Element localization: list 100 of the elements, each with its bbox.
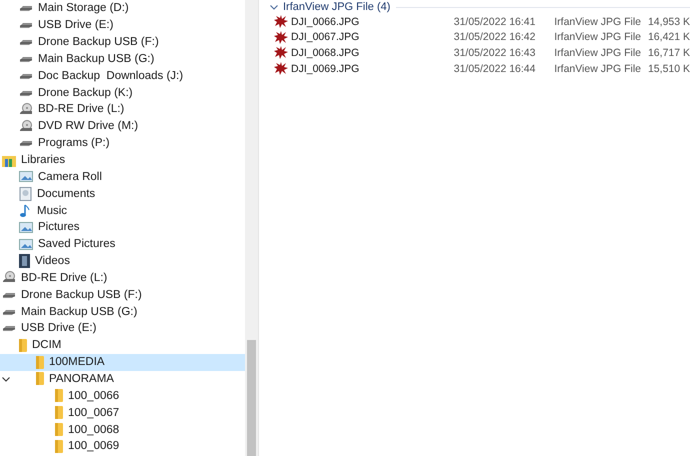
- tree-item[interactable]: Drone Backup USB (F:): [0, 34, 245, 51]
- tree-item-label: PANORAMA: [49, 372, 114, 385]
- splat-icon: [274, 30, 288, 44]
- tree-item[interactable]: Main Backup USB (G:): [0, 303, 245, 320]
- file-type: IrfanView JPG File: [554, 16, 642, 28]
- tree-item-label: Drone Backup USB (F:): [38, 36, 159, 48]
- tree-item[interactable]: 100_0069: [0, 438, 245, 455]
- tree-item[interactable]: Main Backup USB (G:): [0, 50, 245, 68]
- tree-item-label: 100_0068: [68, 424, 120, 436]
- tree-item-label: Main Backup USB (G:): [21, 306, 138, 318]
- folder-icon: [55, 406, 63, 420]
- tree-item[interactable]: DCIM: [0, 336, 245, 354]
- tree-item-label: Saved Pictures: [38, 238, 116, 250]
- tree-item[interactable]: DVD RW Drive (M:): [0, 118, 245, 135]
- disc-drive-icon: [19, 120, 33, 133]
- folder-icon: [19, 338, 27, 352]
- file-name[interactable]: DJI_0066.JPG: [291, 16, 360, 28]
- tree-item-label: USB Drive (E:): [38, 19, 114, 32]
- folder-icon: [55, 389, 63, 402]
- file-name[interactable]: DJI_0068.JPG: [291, 46, 360, 59]
- drive-icon: [19, 38, 33, 46]
- drive-icon: [2, 308, 16, 316]
- date-modified: 31/05/2022 16:42: [454, 31, 536, 44]
- tree-item-label: Main Backup USB (G:): [38, 52, 154, 65]
- group-header[interactable]: IrfanView JPG File (4): [283, 1, 390, 13]
- tree-item[interactable]: Libraries: [0, 152, 245, 168]
- file-size: 14,953 K: [648, 16, 690, 28]
- tree-item-label: DCIM: [32, 339, 62, 352]
- drive-icon: [19, 139, 33, 148]
- picture-icon: [19, 171, 33, 182]
- file-size: 16,421 K: [648, 31, 690, 44]
- tree-item[interactable]: Camera Roll: [0, 168, 245, 186]
- tree-item[interactable]: 100_0068: [0, 421, 245, 438]
- tree-item[interactable]: Drone Backup (K:): [0, 84, 245, 102]
- tree-item[interactable]: 100MEDIA: [0, 354, 245, 371]
- tree-item-label: 100MEDIA: [49, 356, 105, 368]
- document-icon: [19, 186, 32, 201]
- tree-item[interactable]: PANORAMA: [0, 370, 245, 388]
- tree-item[interactable]: USB Drive (E:): [0, 16, 245, 34]
- date-modified: 31/05/2022 16:41: [454, 16, 536, 28]
- tree-item-label: 100_0067: [68, 406, 120, 419]
- tree-item-label: Drone Backup USB (F:): [21, 288, 142, 301]
- drive-icon: [19, 72, 33, 80]
- tree-item[interactable]: Documents: [0, 185, 245, 202]
- tree-item[interactable]: Doc Backup Downloads (J:): [0, 67, 245, 84]
- drive-icon: [19, 54, 33, 63]
- scrollbar-thumb[interactable]: [247, 340, 256, 456]
- drive-icon: [19, 88, 33, 97]
- folder-icon: [55, 423, 63, 436]
- tree-item-label: Libraries: [21, 154, 66, 166]
- tree-item[interactable]: BD-RE Drive (L:): [0, 270, 245, 286]
- tree-item-label: 100_0069: [68, 440, 120, 452]
- drive-icon: [2, 324, 16, 332]
- music-note-icon: [19, 204, 32, 218]
- tree-item-label: Doc Backup Downloads (J:): [38, 70, 184, 82]
- tree-item[interactable]: Pictures: [0, 218, 245, 236]
- splat-icon: [274, 15, 288, 28]
- date-modified: 31/05/2022 16:44: [454, 62, 536, 75]
- drive-icon: [19, 4, 33, 12]
- picture-icon: [19, 222, 33, 233]
- disc-drive-icon: [19, 102, 33, 116]
- file-name[interactable]: DJI_0069.JPG: [291, 62, 360, 75]
- date-modified: 31/05/2022 16:43: [454, 46, 536, 59]
- tree-item-label: Programs (P:): [38, 137, 110, 150]
- tree-item[interactable]: Drone Backup USB (F:): [0, 286, 245, 304]
- tree-item-label: Main Storage (D:): [38, 2, 129, 14]
- drive-icon: [19, 21, 33, 30]
- file-type: IrfanView JPG File: [554, 31, 642, 44]
- tree-item-label: Music: [37, 204, 68, 217]
- splat-icon: [274, 46, 288, 60]
- tree-item[interactable]: BD-RE Drive (L:): [0, 101, 245, 118]
- tree-item[interactable]: Videos: [0, 252, 245, 270]
- tree-item-label: BD-RE Drive (L:): [38, 103, 124, 116]
- chevron-down-icon[interactable]: [2, 376, 10, 382]
- tree-item-label: Videos: [35, 255, 70, 268]
- tree-item[interactable]: 100_0066: [0, 387, 245, 404]
- disc-drive-icon: [2, 271, 16, 284]
- library-folder-icon: [2, 154, 16, 167]
- tree-item[interactable]: Programs (P:): [0, 134, 245, 152]
- tree-item[interactable]: USB Drive (E:): [0, 320, 245, 337]
- file-size: 15,510 K: [648, 62, 690, 75]
- splat-icon: [274, 62, 288, 76]
- file-name[interactable]: DJI_0067.JPG: [291, 31, 360, 44]
- folder-icon: [36, 372, 44, 386]
- film-icon: [19, 254, 30, 268]
- file-type: IrfanView JPG File: [554, 46, 642, 59]
- tree-item[interactable]: 100_0067: [0, 404, 245, 422]
- chevron-down-icon[interactable]: [270, 4, 278, 10]
- scrollbar[interactable]: [245, 0, 258, 456]
- tree-item-label: Documents: [37, 188, 96, 200]
- tree-item[interactable]: Music: [0, 202, 245, 219]
- file-type: IrfanView JPG File: [554, 62, 642, 75]
- tree-item[interactable]: Main Storage (D:): [0, 0, 245, 17]
- folder-icon: [55, 440, 63, 453]
- tree-item-label: Drone Backup (K:): [38, 86, 133, 99]
- file-size: 16,717 K: [648, 46, 690, 59]
- tree-item-label: Pictures: [38, 221, 80, 234]
- tree-item[interactable]: Saved Pictures: [0, 236, 245, 253]
- tree-item-label: DVD RW Drive (M:): [38, 120, 138, 132]
- tree-item-label: BD-RE Drive (L:): [21, 272, 108, 284]
